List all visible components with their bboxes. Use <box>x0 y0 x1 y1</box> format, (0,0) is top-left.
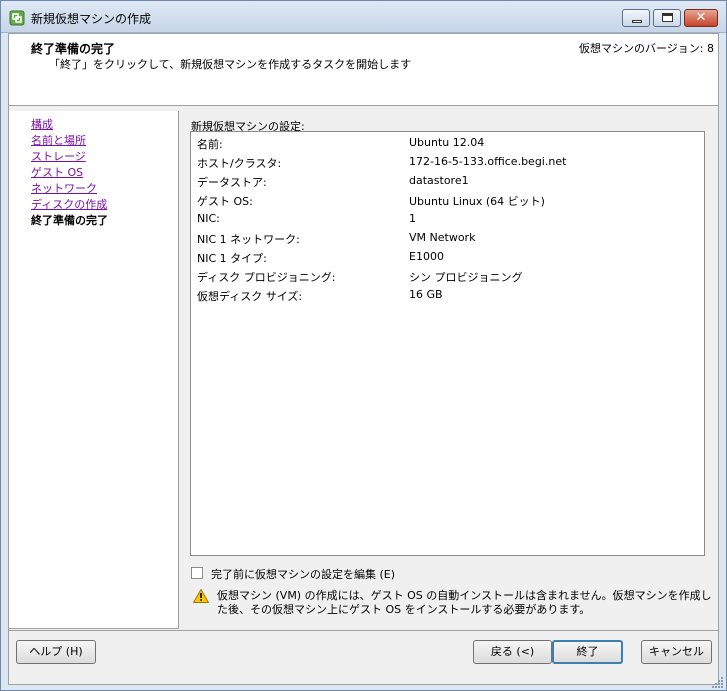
settings-summary-box: 名前: Ubuntu 12.04 ホスト/クラスタ: 172-16-5-133.… <box>190 131 705 556</box>
vm-version-label: 仮想マシンのバージョン: 8 <box>579 42 714 55</box>
help-button[interactable]: ヘルプ (H) <box>16 640 96 664</box>
steps-pane: 構成 名前と場所 ストレージ ゲスト OS ネットワーク ディスクの作成 終了準… <box>9 111 179 629</box>
cancel-button[interactable]: キャンセル <box>641 640 712 664</box>
step-create-disk[interactable]: ディスクの作成 <box>31 196 108 212</box>
step-ready-to-complete: 終了準備の完了 <box>31 214 108 227</box>
step-name-location[interactable]: 名前と場所 <box>31 132 108 148</box>
warning-message: 仮想マシン (VM) の作成には、ゲスト OS の自動インストールは含まれません… <box>217 589 712 616</box>
step-network[interactable]: ネットワーク <box>31 180 108 196</box>
wizard-window: 新規仮想マシンの作成 ✕ 終了準備の完了 「終了」をクリックして、新規仮想マシン… <box>0 0 727 691</box>
wizard-header: 終了準備の完了 「終了」をクリックして、新規仮想マシンを作成するタスクを開始しま… <box>9 34 718 106</box>
settings-key: 名前: <box>197 138 223 151</box>
step-configuration[interactable]: 構成 <box>31 116 108 132</box>
settings-value: VM Network <box>409 231 476 244</box>
settings-key: ホスト/クラスタ: <box>197 157 282 170</box>
settings-key: NIC: <box>197 212 220 225</box>
settings-key: NIC 1 ネットワーク: <box>197 233 300 246</box>
settings-value: Ubuntu Linux (64 ビット) <box>409 195 545 208</box>
back-button[interactable]: 戻る (<) <box>473 640 552 664</box>
wizard-content: 終了準備の完了 「終了」をクリックして、新規仮想マシンを作成するタスクを開始しま… <box>8 33 719 685</box>
resize-grip-icon[interactable] <box>712 676 724 688</box>
title-bar[interactable]: 新規仮想マシンの作成 ✕ <box>1 1 726 33</box>
steps-list: 構成 名前と場所 ストレージ ゲスト OS ネットワーク ディスクの作成 終了準… <box>31 116 108 228</box>
edit-settings-checkbox-label[interactable]: 完了前に仮想マシンの設定を編集 (E) <box>211 566 395 582</box>
finish-button[interactable]: 終了 <box>552 640 623 664</box>
footer-divider <box>9 630 718 631</box>
settings-value: 172-16-5-133.office.begi.net <box>409 155 567 168</box>
settings-value: 1 <box>409 212 416 225</box>
window-title: 新規仮想マシンの作成 <box>31 12 152 26</box>
maximize-icon <box>662 13 673 22</box>
settings-value: E1000 <box>409 250 444 263</box>
step-storage[interactable]: ストレージ <box>31 148 108 164</box>
minimize-icon <box>632 20 642 23</box>
warning-icon <box>193 589 209 603</box>
settings-key: NIC 1 タイプ: <box>197 252 267 265</box>
edit-settings-checkbox[interactable] <box>191 567 203 579</box>
settings-value: datastore1 <box>409 174 469 187</box>
settings-key: ゲスト OS: <box>197 195 253 208</box>
settings-key: 仮想ディスク サイズ: <box>197 290 303 303</box>
minimize-button[interactable] <box>622 9 650 27</box>
settings-value: シン プロビジョニング <box>409 271 523 284</box>
close-button[interactable]: ✕ <box>684 9 718 27</box>
close-icon: ✕ <box>695 10 707 25</box>
vsphere-app-icon <box>9 10 25 26</box>
maximize-button[interactable] <box>653 9 681 27</box>
page-title: 終了準備の完了 <box>31 42 116 56</box>
settings-key: ディスク プロビジョニング: <box>197 271 336 284</box>
settings-key: データストア: <box>197 176 267 189</box>
page-subtitle: 「終了」をクリックして、新規仮想マシンを作成するタスクを開始します <box>49 58 412 71</box>
settings-value: Ubuntu 12.04 <box>409 136 485 149</box>
settings-value: 16 GB <box>409 288 443 301</box>
step-guest-os[interactable]: ゲスト OS <box>31 164 108 180</box>
